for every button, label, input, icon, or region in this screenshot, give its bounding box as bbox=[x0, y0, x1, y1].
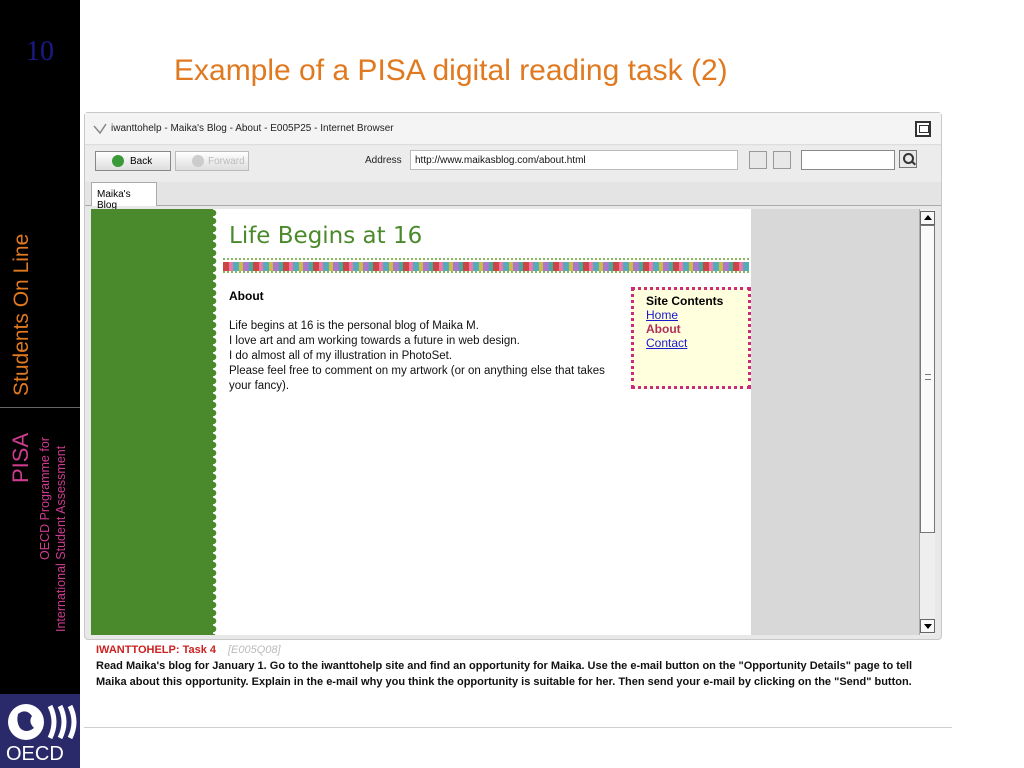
site-contents-box: Site Contents Home About Contact bbox=[631, 287, 751, 389]
footer-divider bbox=[84, 727, 952, 728]
browser-toolbar: Back Forward Address http://www.maikasbl… bbox=[85, 146, 941, 182]
task-code: [E005Q08] bbox=[228, 644, 281, 656]
about-heading: About bbox=[229, 289, 264, 303]
search-input[interactable] bbox=[801, 150, 895, 170]
task-instructions: Read Maika's blog for January 1. Go to t… bbox=[96, 660, 913, 688]
forward-arrow-icon bbox=[192, 155, 204, 167]
international-assessment-label: International Student Assessment bbox=[54, 445, 68, 632]
blog-page: Life Begins at 16 About Life begins at 1… bbox=[213, 209, 751, 635]
about-line: I love art and am working towards a futu… bbox=[229, 335, 520, 347]
scroll-thumb[interactable] bbox=[920, 225, 935, 533]
site-contents-title: Site Contents bbox=[646, 294, 724, 308]
scalloped-edge bbox=[209, 209, 217, 635]
browser-content: Life Begins at 16 About Life begins at 1… bbox=[91, 209, 935, 635]
contact-link[interactable]: Contact bbox=[646, 336, 736, 350]
about-line: I do almost all of my illustration in Ph… bbox=[229, 350, 453, 362]
scroll-up-arrow-icon[interactable] bbox=[920, 211, 935, 225]
back-arrow-icon bbox=[112, 155, 124, 167]
globe-icon bbox=[8, 704, 77, 740]
about-text: Life begins at 16 is the personal blog o… bbox=[229, 319, 619, 394]
left-sidebar: 10 Students On Line PISA OECD Programme … bbox=[0, 0, 80, 768]
forward-button-label: Forward bbox=[208, 155, 245, 167]
maximize-button[interactable] bbox=[915, 121, 931, 137]
decorative-stripe bbox=[223, 258, 749, 273]
slide-title: Example of a PISA digital reading task (… bbox=[174, 54, 728, 87]
pisa-label: PISA bbox=[8, 432, 33, 483]
browser-app-icon bbox=[93, 123, 107, 135]
scroll-down-arrow-icon[interactable] bbox=[920, 619, 935, 633]
sidebar-divider bbox=[0, 407, 80, 408]
browser-titlebar: iwanttohelp - Maika's Blog - About - E00… bbox=[85, 113, 941, 145]
scroll-grip-icon bbox=[925, 374, 931, 380]
search-icon[interactable] bbox=[899, 150, 917, 168]
about-line: Life begins at 16 is the personal blog o… bbox=[229, 320, 479, 332]
tab-maikas-blog[interactable]: Maika's Blog bbox=[91, 182, 157, 211]
browser-window-title: iwanttohelp - Maika's Blog - About - E00… bbox=[111, 123, 394, 134]
browser-window: iwanttohelp - Maika's Blog - About - E00… bbox=[84, 112, 942, 640]
browser-tab-row: Maika's Blog bbox=[85, 182, 941, 211]
back-button[interactable]: Back bbox=[95, 151, 171, 171]
blog-title: Life Begins at 16 bbox=[229, 223, 423, 249]
task-label: IWANTTOHELP: Task 4 bbox=[96, 644, 217, 656]
forward-button[interactable]: Forward bbox=[175, 151, 249, 171]
oecd-logo: OECD bbox=[0, 694, 80, 768]
slide-number: 10 bbox=[26, 36, 54, 67]
oecd-programme-label: OECD Programme for bbox=[38, 437, 52, 560]
address-field[interactable]: http://www.maikasblog.com/about.html bbox=[410, 150, 738, 170]
about-line: Please feel free to comment on my artwor… bbox=[229, 365, 605, 392]
home-link[interactable]: Home bbox=[646, 308, 736, 322]
blog-green-sidebar bbox=[91, 209, 213, 635]
bookmark-button[interactable] bbox=[773, 151, 791, 169]
students-online-label: Students On Line bbox=[10, 233, 33, 396]
home-page-button[interactable] bbox=[749, 151, 767, 169]
vertical-scrollbar[interactable] bbox=[919, 209, 935, 635]
address-label: Address bbox=[365, 155, 402, 166]
slide: 10 Students On Line PISA OECD Programme … bbox=[0, 0, 1024, 768]
back-button-label: Back bbox=[130, 155, 153, 167]
oecd-logo-text: OECD bbox=[6, 743, 64, 765]
about-link-active: About bbox=[646, 322, 681, 336]
